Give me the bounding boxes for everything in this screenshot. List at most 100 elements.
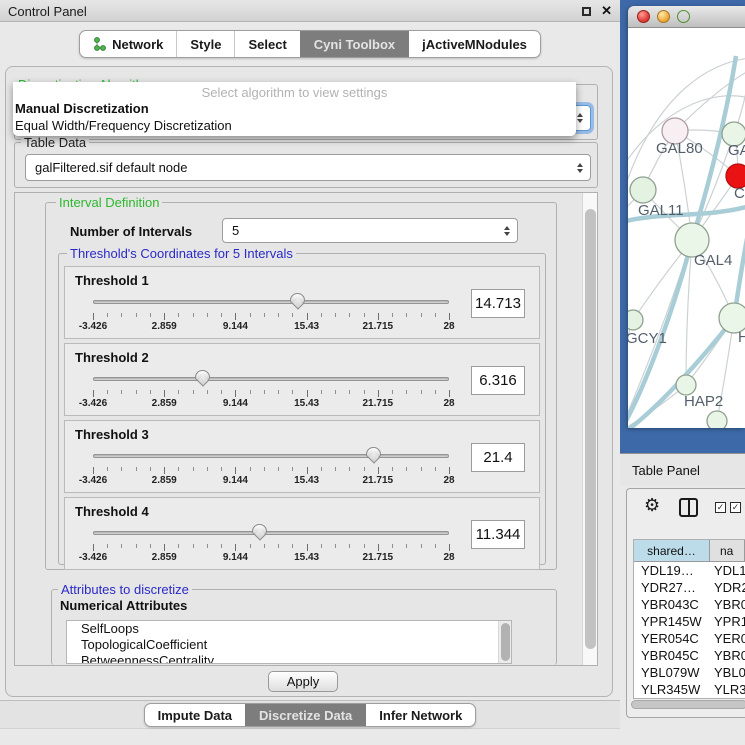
algorithm-option-equal-width[interactable]: Equal Width/Frequency Discretization (13, 117, 576, 134)
threshold-slider[interactable] (93, 372, 449, 388)
column-header-name[interactable]: na (710, 540, 745, 561)
tab-discretize-data[interactable]: Discretize Data (245, 704, 365, 726)
cell-shared-name[interactable]: YBR043C (634, 597, 710, 612)
scale-label: 15.43 (294, 398, 319, 409)
list-item[interactable]: TopologicalCoefficient (67, 637, 511, 653)
tick-mark (335, 467, 336, 471)
slider-thumb[interactable] (252, 524, 267, 541)
list-scrollbar[interactable] (498, 621, 511, 663)
tab-impute-data[interactable]: Impute Data (145, 704, 245, 726)
slider-thumb[interactable] (290, 293, 305, 310)
num-intervals-label: Number of Intervals (70, 224, 192, 239)
tick-mark (278, 467, 279, 471)
node-GAL11[interactable] (630, 177, 656, 203)
table-hscrollbar[interactable] (631, 699, 745, 710)
tab-cyni-toolbox[interactable]: Cyni Toolbox (300, 31, 408, 57)
minimize-traffic-icon[interactable] (657, 10, 670, 23)
slider-thumb[interactable] (366, 447, 381, 464)
network-graph[interactable]: GAL80GACGAL11GAL4GCY1HHAP2 (628, 28, 745, 428)
threshold-slider[interactable] (93, 295, 449, 311)
cell-shared-name[interactable]: YPR145W (634, 614, 710, 629)
gear-icon[interactable]: ⚙ (644, 496, 660, 514)
settings-scrollbar-thumb[interactable] (585, 209, 596, 649)
close-traffic-icon[interactable] (637, 10, 650, 23)
cell-name[interactable]: YPR1 (710, 614, 745, 629)
table-row[interactable]: YER054CYER0 (634, 630, 745, 647)
tab-select[interactable]: Select (234, 31, 299, 57)
tick-mark (406, 544, 407, 548)
list-item[interactable]: SelfLoops (67, 621, 511, 637)
table-row[interactable]: YDR27…YDR2 (634, 579, 745, 596)
table-row[interactable]: YBL079WYBL0 (634, 664, 745, 681)
spinner-icon (577, 163, 583, 173)
cell-shared-name[interactable]: YDL19… (634, 563, 710, 578)
cell-name[interactable]: YDR2 (710, 580, 745, 595)
tick-mark (392, 544, 393, 548)
table-row[interactable]: YBR045CYBR0 (634, 647, 745, 664)
node-GCY1[interactable] (628, 310, 643, 330)
tick-mark (207, 390, 208, 394)
threshold-slider[interactable] (93, 526, 449, 542)
table-row[interactable]: YPR145WYPR1 (634, 613, 745, 630)
tick-mark (264, 390, 265, 394)
table-row[interactable]: YBR043CYBR0 (634, 596, 745, 613)
slider-thumb[interactable] (195, 370, 210, 387)
slider-track[interactable] (93, 531, 449, 535)
slider-track[interactable] (93, 300, 449, 304)
algorithm-dropdown-popup: Select algorithm to view settings Manual… (13, 82, 576, 136)
slider-track[interactable] (93, 377, 449, 381)
tab-style[interactable]: Style (176, 31, 234, 57)
network-window-titlebar[interactable] (628, 6, 745, 28)
columns-icon[interactable] (679, 498, 698, 517)
slider-track[interactable] (93, 454, 449, 458)
panel-title: Control Panel (8, 4, 87, 19)
threshold-label: Threshold 4 (75, 504, 149, 519)
cell-name[interactable]: YLR3 (710, 682, 745, 697)
cell-name[interactable]: YBL0 (710, 665, 745, 680)
tick-mark (107, 390, 108, 394)
attributes-group: Attributes to discretize Numerical Attri… (51, 589, 557, 665)
cell-name[interactable]: YBR0 (710, 597, 745, 612)
apply-button[interactable]: Apply (268, 671, 338, 692)
zoom-traffic-icon[interactable] (677, 10, 690, 23)
column-header-shared-name[interactable]: shared… (634, 540, 710, 561)
table-data-combobox[interactable]: galFiltered.sif default node (25, 154, 591, 181)
list-scrollbar-thumb[interactable] (501, 623, 510, 661)
cell-shared-name[interactable]: YBL079W (634, 665, 710, 680)
node-unlabeled[interactable] (707, 411, 727, 428)
node-HAP2[interactable] (676, 375, 696, 395)
list-item[interactable]: BetweennessCentrality (67, 653, 511, 664)
cell-shared-name[interactable]: YLR345W (634, 682, 710, 697)
tab-network[interactable]: Network (80, 31, 176, 57)
threshold-value-field[interactable]: 21.4 (471, 443, 525, 472)
tick-mark (321, 390, 322, 394)
cell-shared-name[interactable]: YDR27… (634, 580, 710, 595)
network-canvas[interactable]: GAL80GACGAL11GAL4GCY1HHAP2 (628, 28, 745, 428)
tab-jactivemnodules[interactable]: jActiveMNodules (408, 31, 540, 57)
scale-label: 15.43 (294, 321, 319, 332)
float-window-icon[interactable] (582, 7, 591, 16)
cell-name[interactable]: YBR0 (710, 648, 745, 663)
tick-mark (421, 544, 422, 548)
threshold-value-field[interactable]: 11.344 (471, 520, 525, 549)
algorithm-option-manual[interactable]: Manual Discretization (13, 100, 576, 117)
table-row[interactable]: YLR345WYLR3 (634, 681, 745, 698)
cell-name[interactable]: YER0 (710, 631, 745, 646)
tick-mark (364, 467, 365, 471)
threshold-value-field[interactable]: 14.713 (471, 289, 525, 318)
threshold-slider[interactable] (93, 449, 449, 465)
cell-shared-name[interactable]: YER054C (634, 631, 710, 646)
cell-name[interactable]: YDL1 (710, 563, 745, 578)
close-icon[interactable]: ✕ (601, 3, 612, 19)
checkbox-icon[interactable]: ✓ (715, 502, 726, 513)
slider-ticks (93, 544, 449, 551)
num-intervals-combobox[interactable]: 5 (222, 218, 518, 243)
table-row[interactable]: YDL19…YDL1 (634, 562, 745, 579)
tab-infer-network[interactable]: Infer Network (365, 704, 475, 726)
threshold-value-field[interactable]: 6.316 (471, 366, 525, 395)
table-hscrollbar-thumb[interactable] (631, 700, 745, 709)
settings-scrollbar[interactable] (582, 193, 597, 665)
checkbox-icon[interactable]: ✓ (730, 502, 741, 513)
cell-shared-name[interactable]: YBR045C (634, 648, 710, 663)
tick-mark (421, 467, 422, 471)
